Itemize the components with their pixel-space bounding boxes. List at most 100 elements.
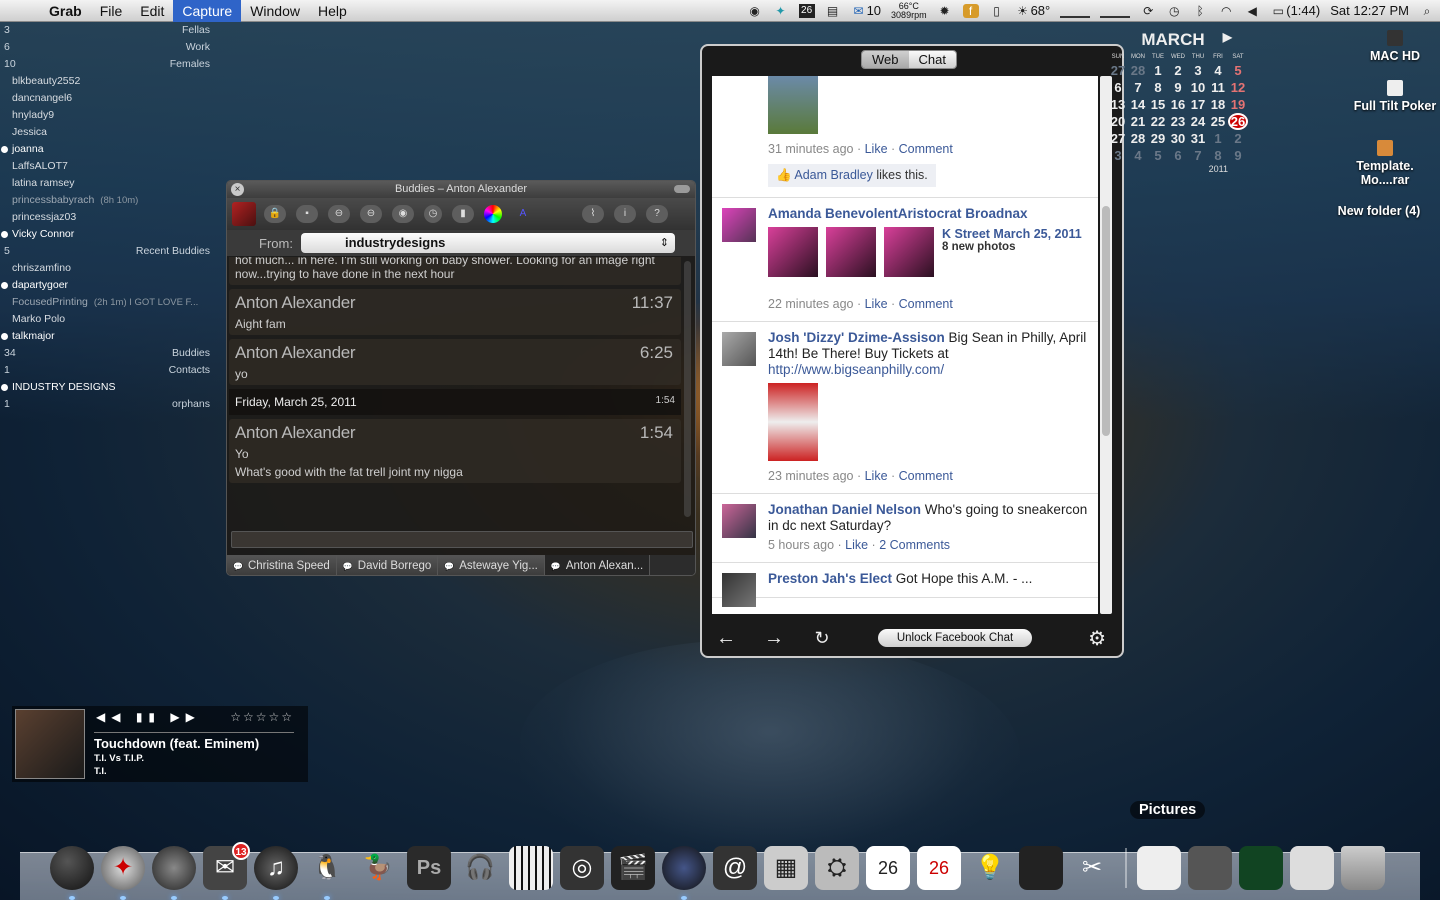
close-icon[interactable]: × [231, 183, 244, 196]
menu-app-grab[interactable]: Grab [40, 0, 91, 22]
final-cut-icon[interactable]: 🎬 [611, 846, 655, 890]
pause-icon[interactable]: ▮▮ [136, 710, 161, 724]
chat-transcript[interactable]: hot much... in here. I'm still working o… [227, 257, 685, 519]
eye-icon[interactable]: ◉ [392, 205, 414, 223]
avatar[interactable] [722, 504, 756, 538]
buddy-avatar[interactable] [232, 202, 256, 226]
post-author[interactable]: Jonathan Daniel Nelson [768, 502, 921, 517]
calendar-day[interactable]: 19 [1228, 96, 1248, 113]
sun-icon[interactable]: ✹ [937, 4, 953, 18]
comment-link[interactable]: Comment [899, 469, 953, 483]
photo-thumbnail[interactable] [826, 227, 876, 277]
liker-name[interactable]: Adam Bradley [794, 168, 873, 182]
buddy-group[interactable]: 10 Females [0, 56, 214, 73]
post-link[interactable]: http://www.bigseanphilly.com/ [768, 362, 1088, 377]
clock-icon[interactable]: ◷ [424, 205, 442, 223]
mail-count[interactable]: ✉ 10 [851, 3, 882, 18]
calendar-day[interactable]: 4 [1128, 147, 1148, 164]
calendar-day[interactable]: 23 [1168, 113, 1188, 130]
buddy-item[interactable]: dancnangel6 [0, 90, 214, 107]
calendar-day[interactable]: 10 [1188, 79, 1208, 96]
calendar-day[interactable]: 5 [1228, 62, 1248, 79]
tab-astewaye[interactable]: Astewaye Yig... [438, 555, 545, 575]
desktop-icon-full-tilt-poker[interactable]: Full Tilt Poker [1350, 80, 1440, 113]
calendar-day[interactable]: 20 [1108, 113, 1128, 130]
calendar-day[interactable]: 4 [1208, 62, 1228, 79]
calendar-day[interactable]: 1 [1208, 130, 1228, 147]
menu-capture[interactable]: Capture [173, 0, 242, 22]
buddy-item[interactable]: latina ramsey [0, 175, 214, 192]
lock-icon[interactable]: 🔒 [264, 205, 286, 223]
downloads-stack-icon[interactable] [1290, 846, 1334, 890]
trash-icon[interactable] [1341, 846, 1385, 890]
cyberduck-icon[interactable]: 🦆 [356, 846, 400, 890]
next-track-icon[interactable]: ▶▶ [170, 710, 200, 724]
battery-status[interactable]: ▭ (1:44) [1270, 3, 1321, 18]
segment-web[interactable]: Web [862, 51, 909, 68]
buddy-group[interactable]: 1 Contacts [0, 362, 214, 379]
photo-thumbnail[interactable] [768, 227, 818, 277]
photoshop-icon[interactable]: Ps [407, 846, 451, 890]
chat-scrollbar[interactable] [684, 261, 691, 517]
post-photo[interactable] [768, 76, 818, 134]
post-author[interactable]: Preston Jah's Elect [768, 571, 892, 586]
message-icon[interactable]: ▪ [296, 205, 318, 223]
spotlight-search-icon[interactable]: ⌕ [1419, 4, 1435, 18]
calendar-day[interactable]: 1 [1148, 62, 1168, 79]
calendar-day[interactable]: 15 [1148, 96, 1168, 113]
menu-help[interactable]: Help [309, 0, 356, 22]
news-feed[interactable]: 31 minutes ago · Like · Comment 👍 Adam B… [712, 76, 1098, 614]
garageband-icon[interactable] [509, 846, 553, 890]
buddy-item[interactable]: joanna [0, 141, 214, 158]
buddy-group[interactable]: 34 Buddies [0, 345, 214, 362]
calendar-today[interactable]: 26 [1228, 113, 1248, 130]
post-flyer-image[interactable] [768, 383, 818, 461]
calendar-day[interactable]: 7 [1128, 79, 1148, 96]
reload-icon[interactable]: ↻ [798, 628, 846, 649]
comment-link[interactable]: Comment [899, 142, 953, 156]
unlock-facebook-chat-button[interactable]: Unlock Facebook Chat [878, 629, 1032, 647]
album-title[interactable]: K Street March 25, 2011 [942, 227, 1082, 241]
info-icon[interactable]: i [614, 205, 636, 223]
folder-icon[interactable] [1188, 846, 1232, 890]
calendar-day[interactable]: 8 [1208, 147, 1228, 164]
calendar-icon[interactable]: 26 [866, 846, 910, 890]
buddy-item[interactable]: chriszamfino [0, 260, 214, 277]
buddy-item[interactable]: dapartygoer [0, 277, 214, 294]
buddy-group[interactable]: 5 Recent Buddies [0, 243, 214, 260]
chat-window-titlebar[interactable]: × Buddies – Anton Alexander [227, 181, 695, 198]
adium-icon[interactable]: 🐧 [305, 846, 349, 900]
time-machine-icon[interactable]: ◷ [1166, 4, 1182, 18]
menu-edit[interactable]: Edit [131, 0, 173, 22]
color-picker-icon[interactable] [484, 205, 502, 223]
itunes-icon[interactable]: ♫ [254, 846, 298, 900]
tab-david-borrego[interactable]: David Borrego [336, 555, 439, 575]
post-author[interactable]: Amanda BenevolentAristocrat Broadnax [768, 206, 1088, 221]
network-graph-icon[interactable] [1100, 4, 1131, 18]
comment-link[interactable]: Comment [899, 297, 953, 311]
calendar-day[interactable]: 16 [1168, 96, 1188, 113]
minus-icon[interactable]: ⊖ [360, 205, 382, 223]
calendar-day[interactable]: 28 [1128, 130, 1148, 147]
calendar-day[interactable]: 31 [1188, 130, 1208, 147]
calendar-day[interactable]: 2 [1168, 62, 1188, 79]
like-link[interactable]: Like [865, 142, 888, 156]
buddy-item[interactable]: princessjaz03 [0, 209, 214, 226]
calendar-day[interactable]: 7 [1188, 147, 1208, 164]
desktop-icon-new-folder[interactable]: New folder (4) [1334, 204, 1424, 218]
buddy-group[interactable]: 3 Fellas [0, 22, 214, 39]
gear-icon[interactable]: ⚙ [1088, 626, 1106, 651]
buddy-group[interactable]: 1 orphans [0, 396, 214, 413]
mail-icon[interactable]: ✉ 13 [203, 842, 250, 900]
calendar-day[interactable]: 14 [1128, 96, 1148, 113]
calendar-day[interactable]: 18 [1208, 96, 1228, 113]
camera-icon[interactable] [662, 846, 706, 900]
globe-icon[interactable] [152, 846, 196, 900]
buddy-item[interactable]: talkmajor [0, 328, 214, 345]
clock[interactable]: Sat 12:27 PM [1330, 3, 1409, 18]
tab-anton-alexander[interactable]: Anton Alexan... [544, 555, 651, 575]
calendar-day[interactable]: 13 [1108, 96, 1128, 113]
headphones-icon[interactable]: 🎧 [458, 846, 502, 890]
menu-file[interactable]: File [91, 0, 132, 22]
bluetooth-icon[interactable]: ᛒ [1192, 4, 1208, 18]
